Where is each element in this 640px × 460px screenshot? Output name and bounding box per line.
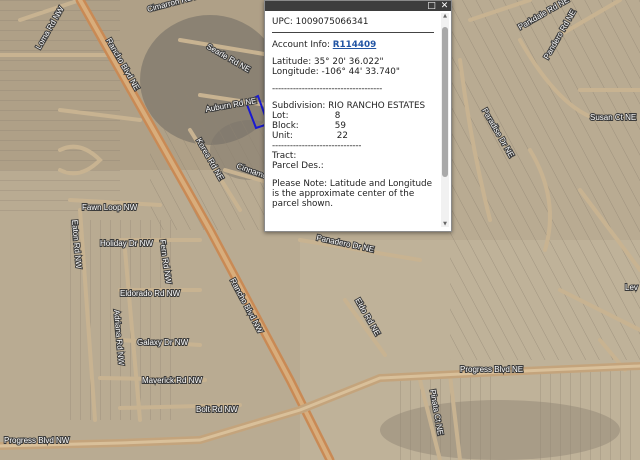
subdivision-value: RIO RANCHO ESTATES — [328, 101, 426, 111]
lot-row: Lot: 8 — [272, 111, 438, 121]
road-label: Galaxy Dr NW — [137, 338, 189, 347]
latitude-value: 35° 20' 36.022" — [313, 57, 384, 67]
note-text: Please Note: Latitude and Longitude is t… — [272, 179, 433, 209]
account-label: Account Info: — [272, 40, 330, 50]
tract-label: Tract: — [272, 151, 297, 161]
popup-title-bar — [265, 1, 451, 11]
longitude-label: Longitude: — [272, 67, 319, 77]
account-link[interactable]: R114409 — [333, 40, 377, 50]
unit-row: Unit: 22 — [272, 131, 438, 141]
account-row: Account Info: R114409 — [272, 40, 438, 50]
lot-value: 8 — [334, 111, 341, 121]
block-value: 59 — [334, 121, 346, 131]
dashed-divider: ------------------------------------- — [272, 84, 383, 94]
block-row: Block: 59 — [272, 121, 438, 131]
scroll-up-icon[interactable]: ▲ — [441, 13, 449, 19]
road-label: Susan Ct NE — [590, 113, 636, 122]
road-label: Lev — [625, 283, 638, 292]
parcel-info-popup: □ ✕ UPC: 1009075066341 Account Info: R11… — [264, 0, 452, 232]
road-label: Maverick Rd NW — [142, 376, 202, 385]
unit-label: Unit: — [272, 131, 293, 141]
longitude-value: -106° 44' 33.740" — [321, 67, 400, 77]
road-label: Fawn Loop NW — [82, 203, 138, 212]
road-label: Eldorado Rd NW — [120, 289, 180, 298]
popup-scrollbar[interactable]: ▲ ▼ — [441, 13, 449, 227]
road-label: Bolt Rd NW — [196, 405, 238, 414]
block-label: Block: — [272, 121, 299, 131]
lot-label: Lot: — [272, 111, 289, 121]
subdivision-label: Subdivision: — [272, 101, 326, 111]
latitude-label: Latitude: — [272, 57, 312, 67]
road-label: Progress Blvd NW — [4, 436, 70, 445]
scroll-thumb[interactable] — [442, 27, 448, 177]
lot-grid-far-se — [540, 370, 640, 460]
dashed-divider-2: ------------------------------ — [272, 141, 362, 151]
scroll-down-icon[interactable]: ▼ — [441, 221, 449, 227]
longitude-row: Longitude: -106° 44' 33.740" — [272, 67, 438, 77]
upc-value: 1009075066341 — [295, 17, 369, 27]
popup-content: UPC: 1009075066341 Account Info: R114409… — [272, 17, 438, 209]
latitude-row: Latitude: 35° 20' 36.022" — [272, 57, 438, 67]
road-label: Holiday Dr NW — [100, 239, 153, 248]
subdivision-row: Subdivision: RIO RANCHO ESTATES — [272, 101, 438, 111]
parcel-des-label: Parcel Des.: — [272, 161, 324, 171]
divider — [272, 32, 434, 33]
maximize-icon[interactable]: □ — [426, 1, 437, 11]
upc-row: UPC: 1009075066341 — [272, 17, 438, 27]
unit-value: 22 — [336, 131, 348, 141]
road-label: Progress Blvd NE — [460, 365, 523, 374]
upc-label: UPC: — [272, 17, 293, 27]
close-icon[interactable]: ✕ — [439, 1, 450, 11]
